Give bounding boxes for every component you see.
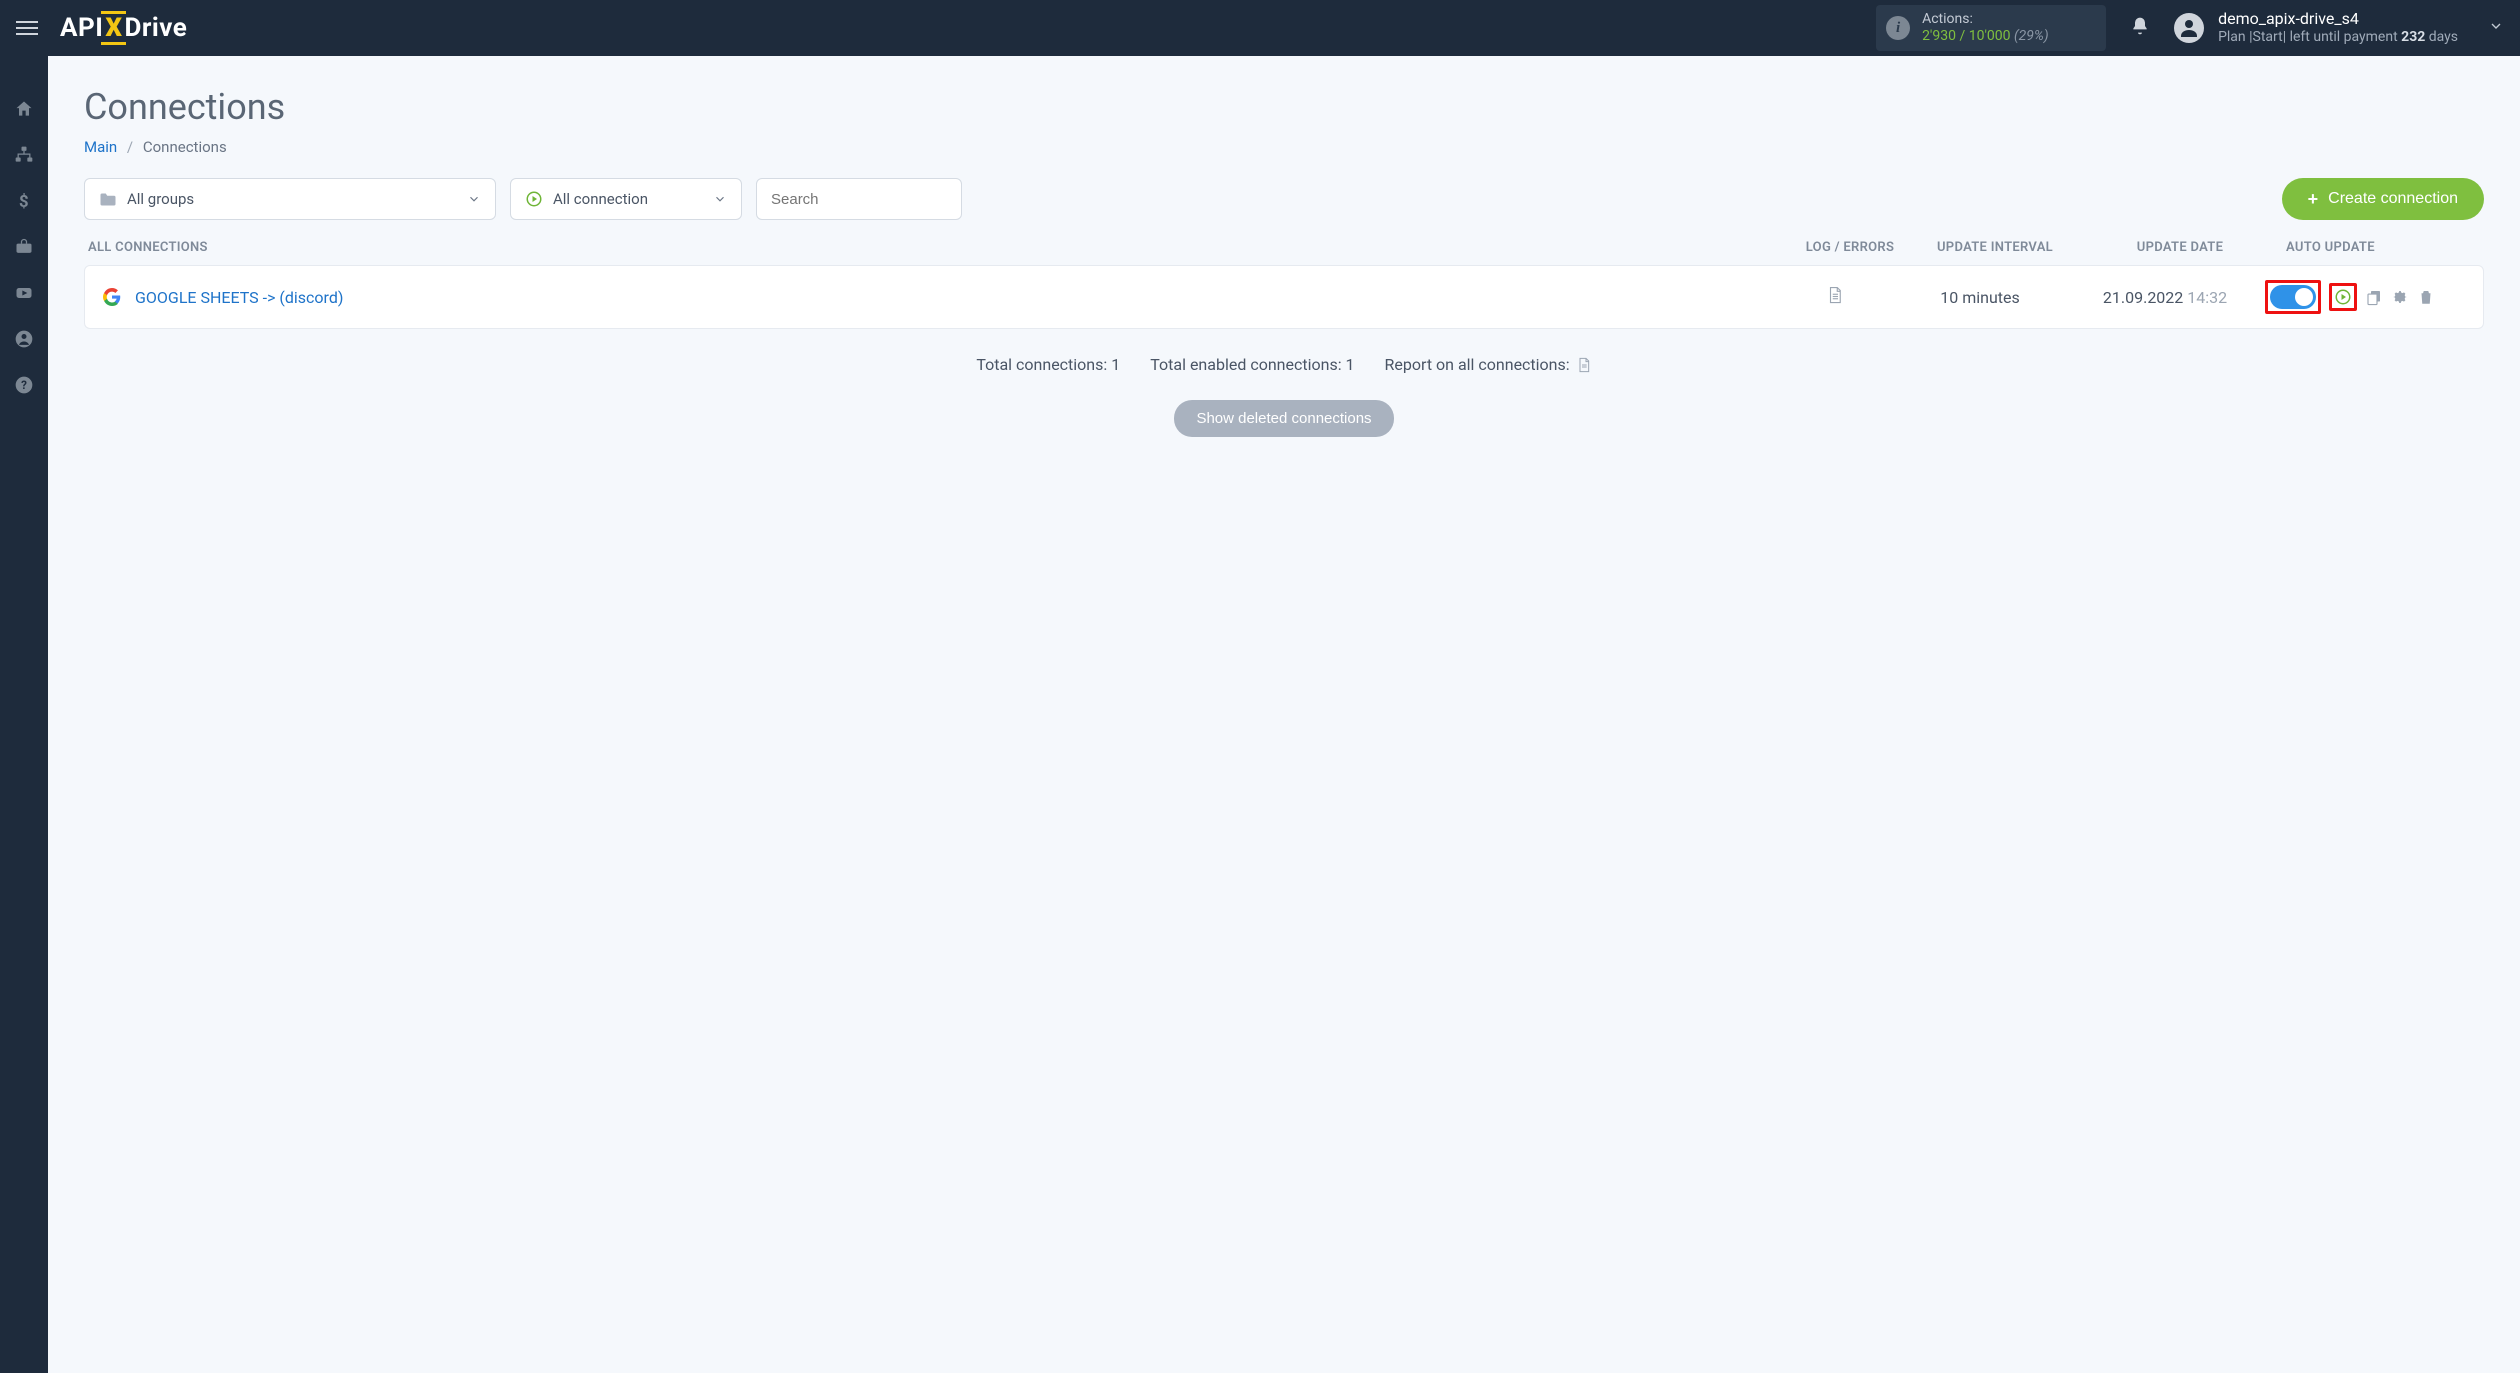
table-header: ALL CONNECTIONS LOG / ERRORS UPDATE INTE… [84, 240, 2484, 265]
highlight-toggle [2265, 280, 2321, 314]
plus-icon: + [2308, 189, 2319, 210]
actions-sep: / [1956, 28, 1969, 44]
copy-button[interactable] [2365, 288, 2383, 306]
run-now-button[interactable] [2334, 288, 2352, 306]
breadcrumb-main-link[interactable]: Main [84, 138, 117, 156]
show-deleted-button[interactable]: Show deleted connections [1174, 400, 1393, 437]
play-circle-icon [525, 190, 543, 208]
chevron-down-icon [467, 192, 481, 206]
highlight-run [2329, 283, 2357, 311]
avatar-icon [2174, 13, 2204, 43]
connection-row: GOOGLE SHEETS -> (discord) 10 minutes 21… [84, 265, 2484, 329]
create-connection-button[interactable]: + Create connection [2282, 178, 2484, 220]
notifications-button[interactable] [2130, 16, 2150, 40]
sidebar-item-billing[interactable]: $ [0, 178, 48, 224]
sidebar-item-video[interactable] [0, 270, 48, 316]
connection-select-label: All connection [553, 190, 648, 208]
update-time: 14:32 [2187, 288, 2227, 307]
sidebar: $ ? [0, 56, 48, 1373]
th-date: UPDATE DATE [2080, 240, 2280, 255]
delete-button[interactable] [2417, 288, 2435, 306]
sidebar-item-account[interactable] [0, 316, 48, 362]
user-plan-info: Plan |Start| left until payment 232 days [2218, 29, 2458, 47]
svg-text:?: ? [21, 378, 27, 392]
chevron-down-icon [713, 192, 727, 206]
file-icon [1576, 356, 1592, 374]
logo-text-post: Drive [124, 13, 187, 43]
th-log: LOG / ERRORS [1790, 240, 1910, 255]
auto-update-toggle[interactable] [2270, 285, 2316, 309]
total-enabled-connections: Total enabled connections: 1 [1150, 355, 1354, 374]
filter-row: All groups All connection + Create conne… [84, 178, 2484, 220]
actions-usage-box[interactable]: i Actions: 2'930 / 10'000 (29%) [1876, 5, 2106, 51]
sidebar-item-connections[interactable] [0, 132, 48, 178]
user-menu-caret-icon[interactable] [2458, 18, 2504, 38]
page-title: Connections [84, 86, 2484, 128]
search-box[interactable] [756, 178, 962, 220]
user-menu[interactable]: demo_apix-drive_s4 Plan |Start| left unt… [2174, 9, 2458, 47]
info-icon: i [1886, 16, 1910, 40]
breadcrumb-current: Connections [143, 138, 227, 156]
breadcrumb: Main / Connections [84, 138, 2484, 156]
interval-value: 10 minutes [1895, 288, 2065, 307]
search-input[interactable] [771, 191, 947, 208]
th-interval: UPDATE INTERVAL [1910, 240, 2080, 255]
sidebar-item-help[interactable]: ? [0, 362, 48, 408]
summary-row: Total connections: 1 Total enabled conne… [84, 355, 2484, 374]
folder-icon [99, 192, 117, 207]
groups-select-label: All groups [127, 190, 194, 208]
actions-pct: (29%) [2014, 28, 2049, 44]
groups-select[interactable]: All groups [84, 178, 496, 220]
settings-button[interactable] [2391, 288, 2409, 306]
topbar: API X Drive i Actions: 2'930 / 10'000 (2… [0, 0, 2520, 56]
log-button[interactable] [1826, 290, 1844, 309]
sidebar-item-tools[interactable] [0, 224, 48, 270]
logo-text-x: X [103, 13, 124, 43]
th-auto: AUTO UPDATE [2280, 240, 2480, 255]
actions-total: 10'000 [1969, 28, 2011, 44]
menu-toggle-button[interactable] [16, 16, 40, 40]
th-name: ALL CONNECTIONS [88, 240, 1790, 255]
total-connections: Total connections: 1 [976, 355, 1120, 374]
google-icon [103, 288, 121, 306]
actions-label: Actions: [1922, 11, 2049, 28]
report-all-link[interactable]: Report on all connections: [1385, 355, 1592, 374]
actions-used: 2'930 [1922, 28, 1956, 44]
main-content: Connections Main / Connections All group… [48, 56, 2520, 1373]
breadcrumb-sep: / [121, 138, 139, 156]
logo[interactable]: API X Drive [60, 13, 187, 43]
connection-status-select[interactable]: All connection [510, 178, 742, 220]
svg-text:$: $ [19, 193, 29, 211]
sidebar-item-home[interactable] [0, 86, 48, 132]
connection-name-link[interactable]: GOOGLE SHEETS -> (discord) [135, 288, 343, 307]
logo-text-pre: API [60, 13, 103, 43]
create-connection-label: Create connection [2328, 190, 2458, 208]
update-date: 21.09.2022 [2103, 288, 2183, 307]
user-name: demo_apix-drive_s4 [2218, 9, 2458, 29]
